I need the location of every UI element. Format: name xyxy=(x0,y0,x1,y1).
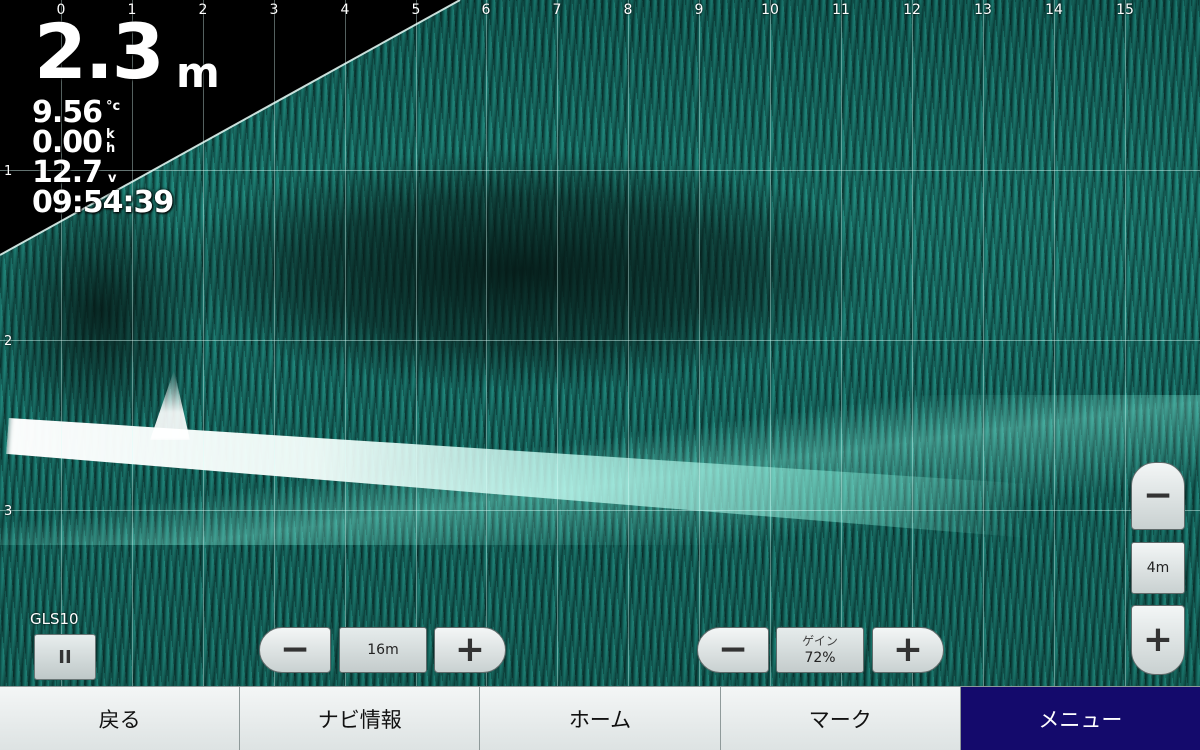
grid-line-vertical xyxy=(912,0,913,686)
x-tick-label: 12 xyxy=(903,2,921,18)
gain-label: ゲイン xyxy=(802,634,838,649)
gain-minus-button[interactable]: − xyxy=(697,627,769,673)
nav-home-button[interactable]: ホーム xyxy=(480,686,721,750)
x-tick-label: 15 xyxy=(1116,2,1134,18)
zoom-level-text: 4m xyxy=(1146,560,1170,576)
speed-value: 0.00 xyxy=(32,125,103,160)
y-tick-label: 3 xyxy=(4,504,13,519)
zoom-minus-button[interactable]: − xyxy=(1131,462,1185,530)
grid-line-vertical xyxy=(628,0,629,686)
zoom-plus-button[interactable]: + xyxy=(1131,605,1185,675)
gain-value: ゲイン 72% xyxy=(776,627,864,673)
plus-icon: + xyxy=(892,629,924,670)
y-tick-label: 1 xyxy=(4,164,13,179)
grid-line-vertical xyxy=(1054,0,1055,686)
sonar-screen: 0 1 2 3 4 5 6 7 8 9 10 11 12 13 14 15 123 2.3 m 9.56 °c… xyxy=(0,0,1200,750)
x-tick-label: 14 xyxy=(1045,2,1063,18)
range-minus-button[interactable]: − xyxy=(259,627,331,673)
x-tick-label: 11 xyxy=(832,2,850,18)
minus-icon: − xyxy=(717,629,749,670)
source-label: GLS10 xyxy=(30,610,79,628)
range-plus-button[interactable]: + xyxy=(434,627,506,673)
time-readout: 09:54:39 xyxy=(32,185,174,220)
x-tick-label: 9 xyxy=(694,2,704,18)
x-tick-label: 2 xyxy=(198,2,208,18)
plus-icon: + xyxy=(454,629,486,670)
gain-value-text: 72% xyxy=(804,649,836,666)
nav-mark-button[interactable]: マーク xyxy=(720,686,961,750)
grid-line-vertical xyxy=(274,0,275,686)
x-tick-label: 13 xyxy=(974,2,992,18)
voltage-unit: v xyxy=(108,171,117,186)
pause-icon: II xyxy=(58,646,72,668)
grid-line-vertical xyxy=(557,0,558,686)
x-tick-label: 5 xyxy=(411,2,421,18)
grid-line-vertical xyxy=(983,0,984,686)
x-tick-label: 4 xyxy=(340,2,350,18)
pause-button[interactable]: II xyxy=(34,634,96,680)
grid-line-vertical xyxy=(841,0,842,686)
zoom-level: 4m xyxy=(1131,542,1185,594)
voltage-value: 12.7 xyxy=(32,155,103,190)
grid-line-vertical xyxy=(699,0,700,686)
water-temp-value: 9.56 xyxy=(32,95,103,130)
range-value: 16m xyxy=(339,627,427,673)
x-tick-label: 6 xyxy=(481,2,491,18)
grid-line-vertical xyxy=(203,0,204,686)
grid-line-vertical xyxy=(416,0,417,686)
minus-icon: − xyxy=(1142,475,1174,516)
minus-icon: − xyxy=(279,629,311,670)
depth-unit: m xyxy=(176,48,220,97)
gain-plus-button[interactable]: + xyxy=(872,627,944,673)
water-temp-unit: °c xyxy=(106,99,121,114)
x-tick-label: 7 xyxy=(552,2,562,18)
nav-back-button[interactable]: 戻る xyxy=(0,686,241,750)
grid-line-horizontal xyxy=(0,340,1200,341)
y-tick-label: 2 xyxy=(4,334,13,349)
sonar-image[interactable]: 0 1 2 3 4 5 6 7 8 9 10 11 12 13 14 15 123 xyxy=(0,0,1200,686)
x-tick-label: 10 xyxy=(761,2,779,18)
plus-icon: + xyxy=(1142,619,1174,660)
grid-line-vertical xyxy=(345,0,346,686)
grid-line-vertical xyxy=(486,0,487,686)
bottom-nav-bar: 戻る ナビ情報 ホーム マーク メニュー xyxy=(0,686,1200,750)
nav-info-button[interactable]: ナビ情報 xyxy=(240,686,481,750)
range-value-text: 16m xyxy=(367,642,399,658)
speed-unit: k h xyxy=(106,127,116,156)
grid-line-vertical xyxy=(770,0,771,686)
x-tick-label: 3 xyxy=(269,2,279,18)
nav-menu-button[interactable]: メニュー xyxy=(960,686,1200,750)
x-tick-label: 8 xyxy=(623,2,633,18)
depth-value: 2.3 xyxy=(34,7,165,96)
grid-line-vertical xyxy=(132,0,133,686)
grid-line-vertical xyxy=(1125,0,1126,686)
grid-line-horizontal xyxy=(0,510,1200,511)
grid-line-horizontal xyxy=(0,170,1200,171)
